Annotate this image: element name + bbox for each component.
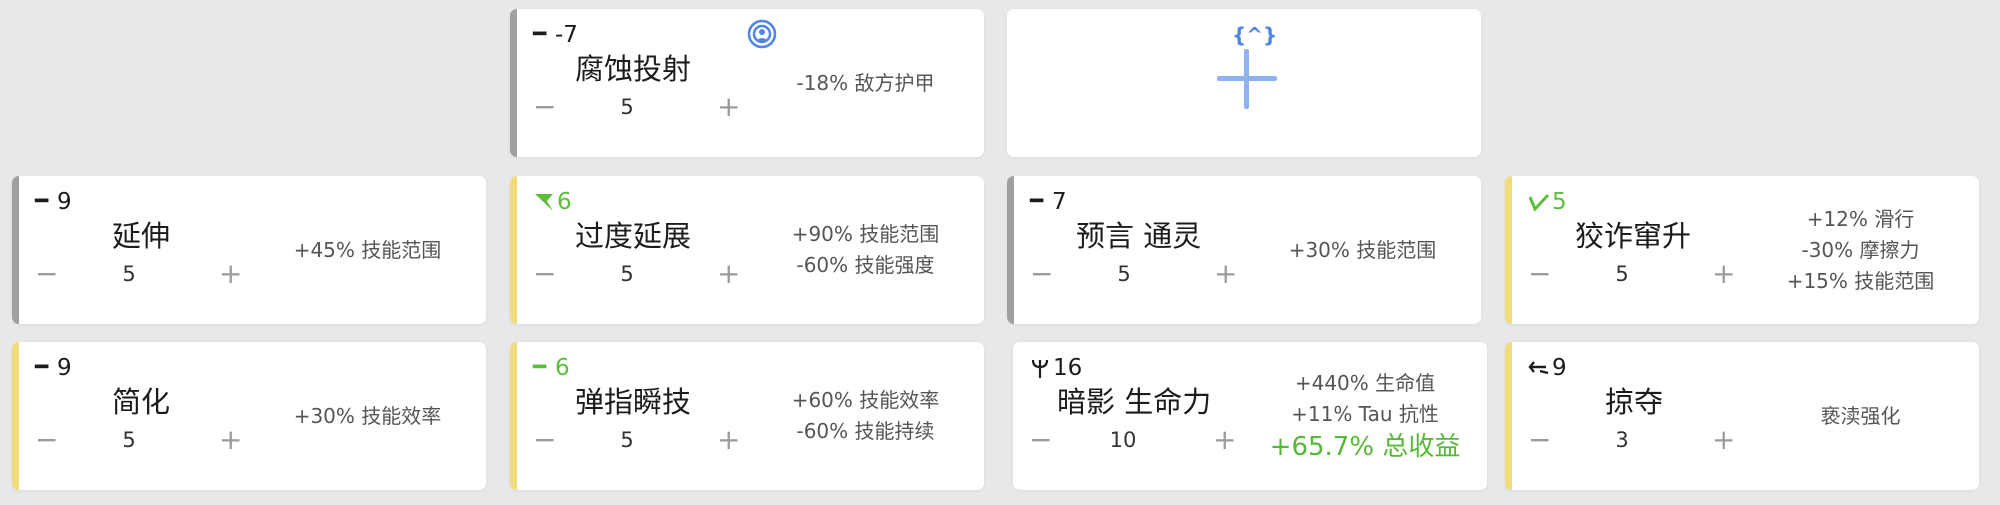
mod-effects: -18% 敌方护甲: [757, 9, 974, 157]
mod-name: 暗影 生命力: [1057, 385, 1212, 419]
mod-card-fingerflick[interactable]: ━ 6 弹指瞬技 − 5 + +60% 技能效率 -60% 技能持续: [510, 342, 984, 490]
increment-button[interactable]: +: [1712, 258, 1735, 290]
mod-value: 5: [620, 95, 634, 119]
mod-name: 过度延展: [575, 219, 692, 253]
increment-button[interactable]: +: [219, 258, 242, 290]
mod-value: 5: [1615, 262, 1629, 286]
mod-value: 5: [620, 262, 634, 286]
effect-line: +60% 技能效率: [791, 388, 940, 412]
effect-line: +90% 技能范围: [791, 222, 940, 246]
mod-cost: 16: [1029, 355, 1082, 381]
decrement-button[interactable]: −: [1029, 424, 1052, 456]
add-plus-icon[interactable]: [1217, 49, 1277, 109]
mod-stepper: − 3 +: [1512, 424, 1735, 456]
effect-line: +30% 技能效率: [293, 403, 442, 428]
effect-line: -60% 技能强度: [796, 253, 935, 277]
mod-card-overextend[interactable]: 6 过度延展 − 5 + +90% 技能范围 -60% 技能强度: [510, 176, 984, 324]
mod-card-decay[interactable]: ━ -7 腐蚀投射 − 5 + -18% 敌方护甲: [510, 9, 984, 157]
mod-effects: 亵渎强化: [1752, 342, 1969, 490]
mod-cost: ━ 6: [533, 355, 570, 381]
mod-cost: ━ -7: [533, 22, 578, 48]
increment-button[interactable]: +: [717, 91, 740, 123]
mod-effects: +45% 技能范围: [259, 176, 476, 324]
bar-icon: ━: [533, 22, 547, 47]
decrement-button[interactable]: −: [1528, 424, 1551, 456]
mod-effects: +440% 生命值 +11% Tau 抗性 +65.7% 总收益: [1253, 342, 1477, 490]
effect-line: +11% Tau 抗性: [1291, 402, 1439, 426]
mod-name: 腐蚀投射: [575, 52, 692, 86]
mod-card-cunning[interactable]: 5 狡诈窜升 − 5 + +12% 滑行 -30% 摩擦力 +15% 技能范围: [1505, 176, 1979, 324]
mod-name: 延伸: [112, 219, 171, 253]
mod-card-prophecy[interactable]: ━ 7 预言 通灵 − 5 + +30% 技能范围: [1007, 176, 1481, 324]
mod-value: 5: [122, 262, 136, 286]
decrement-button[interactable]: −: [1030, 258, 1053, 290]
increment-button[interactable]: +: [1712, 424, 1735, 456]
increment-button[interactable]: +: [717, 258, 740, 290]
decrement-button[interactable]: −: [35, 258, 58, 290]
decrement-button[interactable]: −: [35, 424, 58, 456]
mod-effects: +60% 技能效率 -60% 技能持续: [757, 342, 974, 490]
mod-stepper: − 5 +: [517, 91, 740, 123]
mod-card-simplify[interactable]: ━ 9 简化 − 5 + +30% 技能效率: [12, 342, 486, 490]
mod-cost: ━ 9: [35, 355, 72, 381]
effect-line: +12% 滑行: [1806, 206, 1915, 231]
mod-effects: +12% 滑行 -30% 摩擦力 +15% 技能范围: [1752, 176, 1969, 324]
mod-value: 10: [1109, 428, 1137, 452]
increment-button[interactable]: +: [1214, 258, 1237, 290]
effect-line: -60% 技能持续: [796, 419, 935, 443]
effect-line: -18% 敌方护甲: [796, 70, 935, 95]
effect-line: +440% 生命值: [1294, 371, 1436, 395]
decrement-button[interactable]: −: [533, 424, 556, 456]
increment-button[interactable]: +: [1213, 424, 1236, 456]
mod-cost: ━ 9: [35, 189, 72, 215]
bar-icon: ━: [533, 355, 547, 380]
mod-card-extend[interactable]: ━ 9 延伸 − 5 + +45% 技能范围: [12, 176, 486, 324]
mod-value: 5: [620, 428, 634, 452]
arrow-icon: [1528, 361, 1549, 375]
effect-line: +30% 技能范围: [1288, 237, 1437, 262]
trident-icon: [1031, 359, 1049, 378]
mod-name: 掠夺: [1605, 385, 1664, 419]
bar-icon: ━: [35, 355, 49, 380]
effect-line: +45% 技能范围: [293, 237, 442, 262]
increment-button[interactable]: +: [717, 424, 740, 456]
mod-cost: 6: [533, 189, 572, 215]
mod-stepper: − 5 +: [517, 258, 740, 290]
mod-stepper: − 5 +: [1014, 258, 1237, 290]
flag-icon: [535, 194, 553, 211]
mod-effects: +30% 技能范围: [1254, 176, 1471, 324]
decrement-button[interactable]: −: [533, 258, 556, 290]
mod-cost: 9: [1528, 355, 1567, 381]
add-mod-card[interactable]: {^}: [1007, 9, 1481, 157]
mod-stepper: − 10 +: [1013, 424, 1236, 456]
mod-card-plunder[interactable]: 9 掠夺 − 3 + 亵渎强化: [1505, 342, 1979, 490]
effect-line: +15% 技能范围: [1786, 268, 1935, 293]
decrement-button[interactable]: −: [533, 91, 556, 123]
mod-stepper: − 5 +: [1512, 258, 1735, 290]
mod-cost: 5: [1528, 189, 1567, 215]
increment-button[interactable]: +: [219, 424, 242, 456]
mod-name: 简化: [112, 385, 171, 419]
effect-line: 亵渎强化: [1820, 403, 1901, 428]
mod-value: 3: [1615, 428, 1629, 452]
mod-card-shadowlife[interactable]: 16 暗影 生命力 − 10 + +440% 生命值 +11% Tau 抗性 +…: [1013, 342, 1487, 490]
brace-badge-icon: {^}: [1232, 23, 1278, 47]
mod-effects: +90% 技能范围 -60% 技能强度: [757, 176, 974, 324]
mod-effects: +30% 技能效率: [259, 342, 476, 490]
check-icon: [1528, 193, 1550, 212]
bar-icon: ━: [1030, 189, 1044, 214]
mod-stepper: − 5 +: [19, 258, 242, 290]
effect-line: -30% 摩擦力: [1801, 237, 1920, 262]
mod-name: 预言 通灵: [1076, 219, 1202, 253]
mod-stepper: − 5 +: [517, 424, 740, 456]
mod-name: 狡诈窜升: [1575, 219, 1692, 253]
mod-value: 5: [122, 428, 136, 452]
total-gain: +65.7% 总收益: [1269, 432, 1461, 462]
decrement-button[interactable]: −: [1528, 258, 1551, 290]
mod-cost: ━ 7: [1030, 189, 1067, 215]
mod-stepper: − 5 +: [19, 424, 242, 456]
mod-value: 5: [1117, 262, 1131, 286]
mod-name: 弹指瞬技: [575, 385, 692, 419]
bar-icon: ━: [35, 189, 49, 214]
